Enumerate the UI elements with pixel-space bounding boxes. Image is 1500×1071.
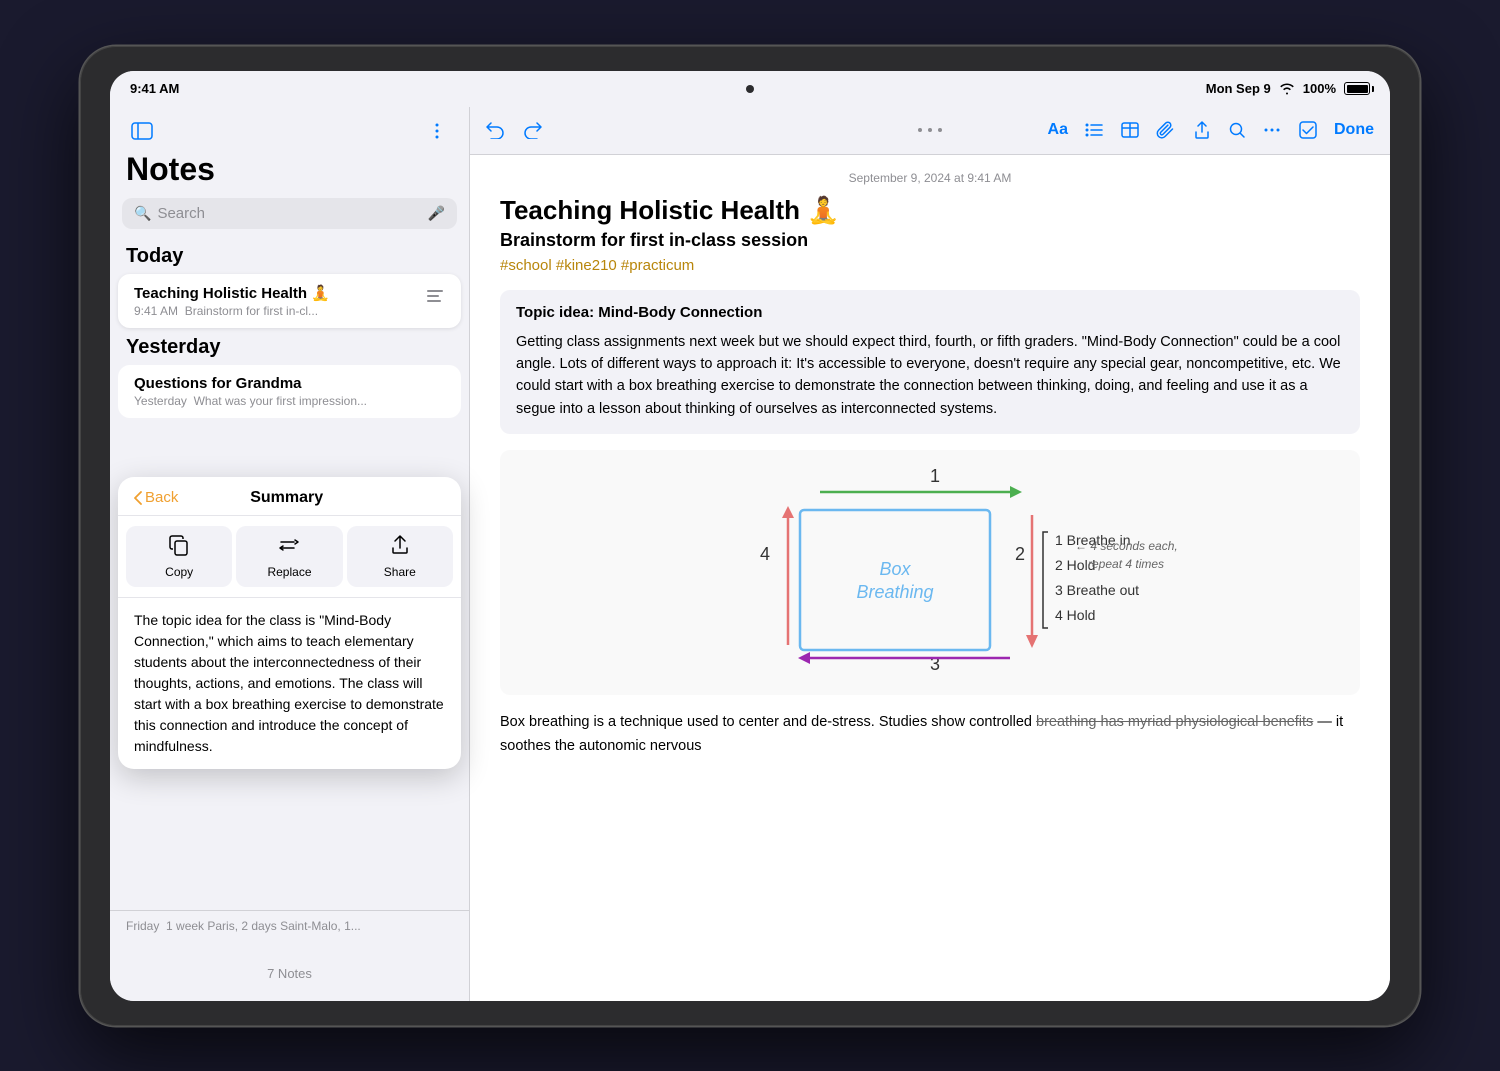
bottom-note-area: Friday 1 week Paris, 2 days Saint-Malo, … [110, 910, 469, 941]
status-bar: 9:41 AM Mon Sep 9 100% [110, 71, 1390, 107]
battery-icon [1344, 82, 1370, 95]
status-center [746, 85, 754, 93]
toolbar-checkbox-icon[interactable] [1298, 120, 1318, 140]
replace-label: Replace [267, 565, 311, 579]
note-item-grandma[interactable]: Questions for Grandma Yesterday What was… [118, 365, 461, 418]
camera-indicator [746, 85, 754, 93]
search-icon: 🔍 [134, 205, 151, 222]
bottom-note-meta: Friday 1 week Paris, 2 days Saint-Malo, … [126, 919, 453, 933]
copy-label: Copy [165, 565, 193, 579]
drawing-area: 1 Box Breathing 2 [500, 450, 1360, 695]
done-button[interactable]: Done [1334, 121, 1374, 139]
back-button[interactable]: Back [134, 489, 178, 506]
summary-header: Back Summary [118, 477, 461, 516]
ipad-device: 9:41 AM Mon Sep 9 100% [80, 46, 1420, 1026]
share-action-button[interactable]: Share [347, 526, 453, 587]
note-item-teaching[interactable]: Teaching Holistic Health 🧘 9:41 AM Brain… [118, 274, 461, 328]
toolbar-right: Aa [1048, 120, 1374, 140]
toolbar-list-icon[interactable] [1084, 121, 1104, 139]
svg-text:repeat 4 times: repeat 4 times [1088, 557, 1164, 571]
sidebar-header [110, 107, 469, 147]
topic-box: Topic idea: Mind-Body Connection Getting… [500, 290, 1360, 435]
svg-text:3 Breathe out: 3 Breathe out [1055, 582, 1139, 598]
note-subtitle: Brainstorm for first in-class session [500, 230, 1360, 251]
toolbar-share-icon[interactable] [1192, 120, 1212, 140]
summary-content: The topic idea for the class is "Mind-Bo… [118, 598, 461, 769]
toolbar-font-icon[interactable]: Aa [1048, 121, 1068, 139]
note-title-teaching: Teaching Holistic Health 🧘 [134, 284, 415, 302]
main-content: Notes 🔍 Search 🎤 Today Teaching Holistic… [110, 107, 1390, 1001]
yesterday-section-label: Yesterday [110, 332, 469, 365]
toolbar-dots-area [918, 128, 942, 132]
copy-action-button[interactable]: Copy [126, 526, 232, 587]
toolbar-more-icon[interactable] [1262, 120, 1282, 140]
sidebar-more-icon[interactable] [421, 115, 453, 147]
status-right: Mon Sep 9 100% [1206, 81, 1370, 96]
note-date: September 9, 2024 at 9:41 AM [500, 171, 1360, 185]
toolbar-search-icon[interactable] [1228, 121, 1246, 139]
note-lines-icon [425, 286, 445, 311]
sidebar-title: Notes [110, 147, 469, 198]
battery-fill [1347, 85, 1368, 93]
svg-text:4: 4 [760, 544, 770, 564]
note-main-title: Teaching Holistic Health 🧘 [500, 195, 1360, 226]
svg-text:1: 1 [930, 466, 940, 486]
toolbar-table-icon[interactable] [1120, 121, 1140, 139]
notes-count: 7 Notes [110, 954, 469, 989]
note-meta-grandma: Yesterday What was your first impression… [134, 394, 445, 408]
search-placeholder: Search [157, 205, 421, 222]
sidebar-panel-icon[interactable] [126, 115, 158, 147]
editor-content[interactable]: September 9, 2024 at 9:41 AM Teaching Ho… [470, 155, 1390, 1001]
summary-popup: Back Summary [118, 477, 461, 769]
svg-text:Box: Box [879, 559, 911, 579]
replace-action-button[interactable]: Replace [236, 526, 342, 587]
toolbar-undo-icon[interactable] [522, 121, 542, 139]
share-icon [389, 534, 411, 561]
summary-actions: Copy Replace [118, 516, 461, 598]
share-label: Share [384, 565, 416, 579]
svg-text:4 Hold: 4 Hold [1055, 607, 1095, 623]
mic-icon: 🎤 [428, 205, 445, 222]
sidebar: Notes 🔍 Search 🎤 Today Teaching Holistic… [110, 107, 470, 1001]
note-title-grandma: Questions for Grandma [134, 375, 445, 392]
topic-box-text: Getting class assignments next week but … [516, 331, 1344, 421]
svg-text:← 4 seconds each,: ← 4 seconds each, [1075, 539, 1178, 553]
topic-box-title: Topic idea: Mind-Body Connection [516, 304, 1344, 321]
body-text: Box breathing is a technique used to cen… [500, 711, 1360, 757]
svg-text:Breathing: Breathing [856, 582, 933, 602]
wifi-icon [1279, 83, 1295, 95]
note-tags: #school #kine210 #practicum [500, 257, 1360, 274]
toolbar-attach-icon[interactable] [1156, 120, 1176, 140]
note-editor: Aa [470, 107, 1390, 1001]
note-text-grandma: Questions for Grandma Yesterday What was… [134, 375, 445, 408]
search-bar[interactable]: 🔍 Search 🎤 [122, 198, 457, 229]
summary-title: Summary [186, 489, 387, 507]
svg-text:2: 2 [1015, 544, 1025, 564]
toolbar-back-icon[interactable] [486, 121, 506, 139]
back-label: Back [145, 489, 178, 506]
toolbar-left [486, 121, 542, 139]
replace-icon [278, 534, 300, 561]
note-meta-teaching: 9:41 AM Brainstorm for first in-cl... [134, 304, 415, 318]
breathing-diagram: 1 Box Breathing 2 [510, 460, 1350, 680]
ipad-screen: 9:41 AM Mon Sep 9 100% [110, 71, 1390, 1001]
status-time-date: 9:41 AM [130, 81, 179, 96]
copy-icon [168, 534, 190, 561]
strikethrough-text: breathing has myriad physiological benef… [1036, 714, 1313, 730]
battery-percent: 100% [1303, 81, 1336, 96]
today-section-label: Today [110, 241, 469, 274]
note-text-teaching: Teaching Holistic Health 🧘 9:41 AM Brain… [134, 284, 415, 318]
editor-toolbar: Aa [470, 107, 1390, 155]
date-label: Mon Sep 9 [1206, 81, 1271, 96]
